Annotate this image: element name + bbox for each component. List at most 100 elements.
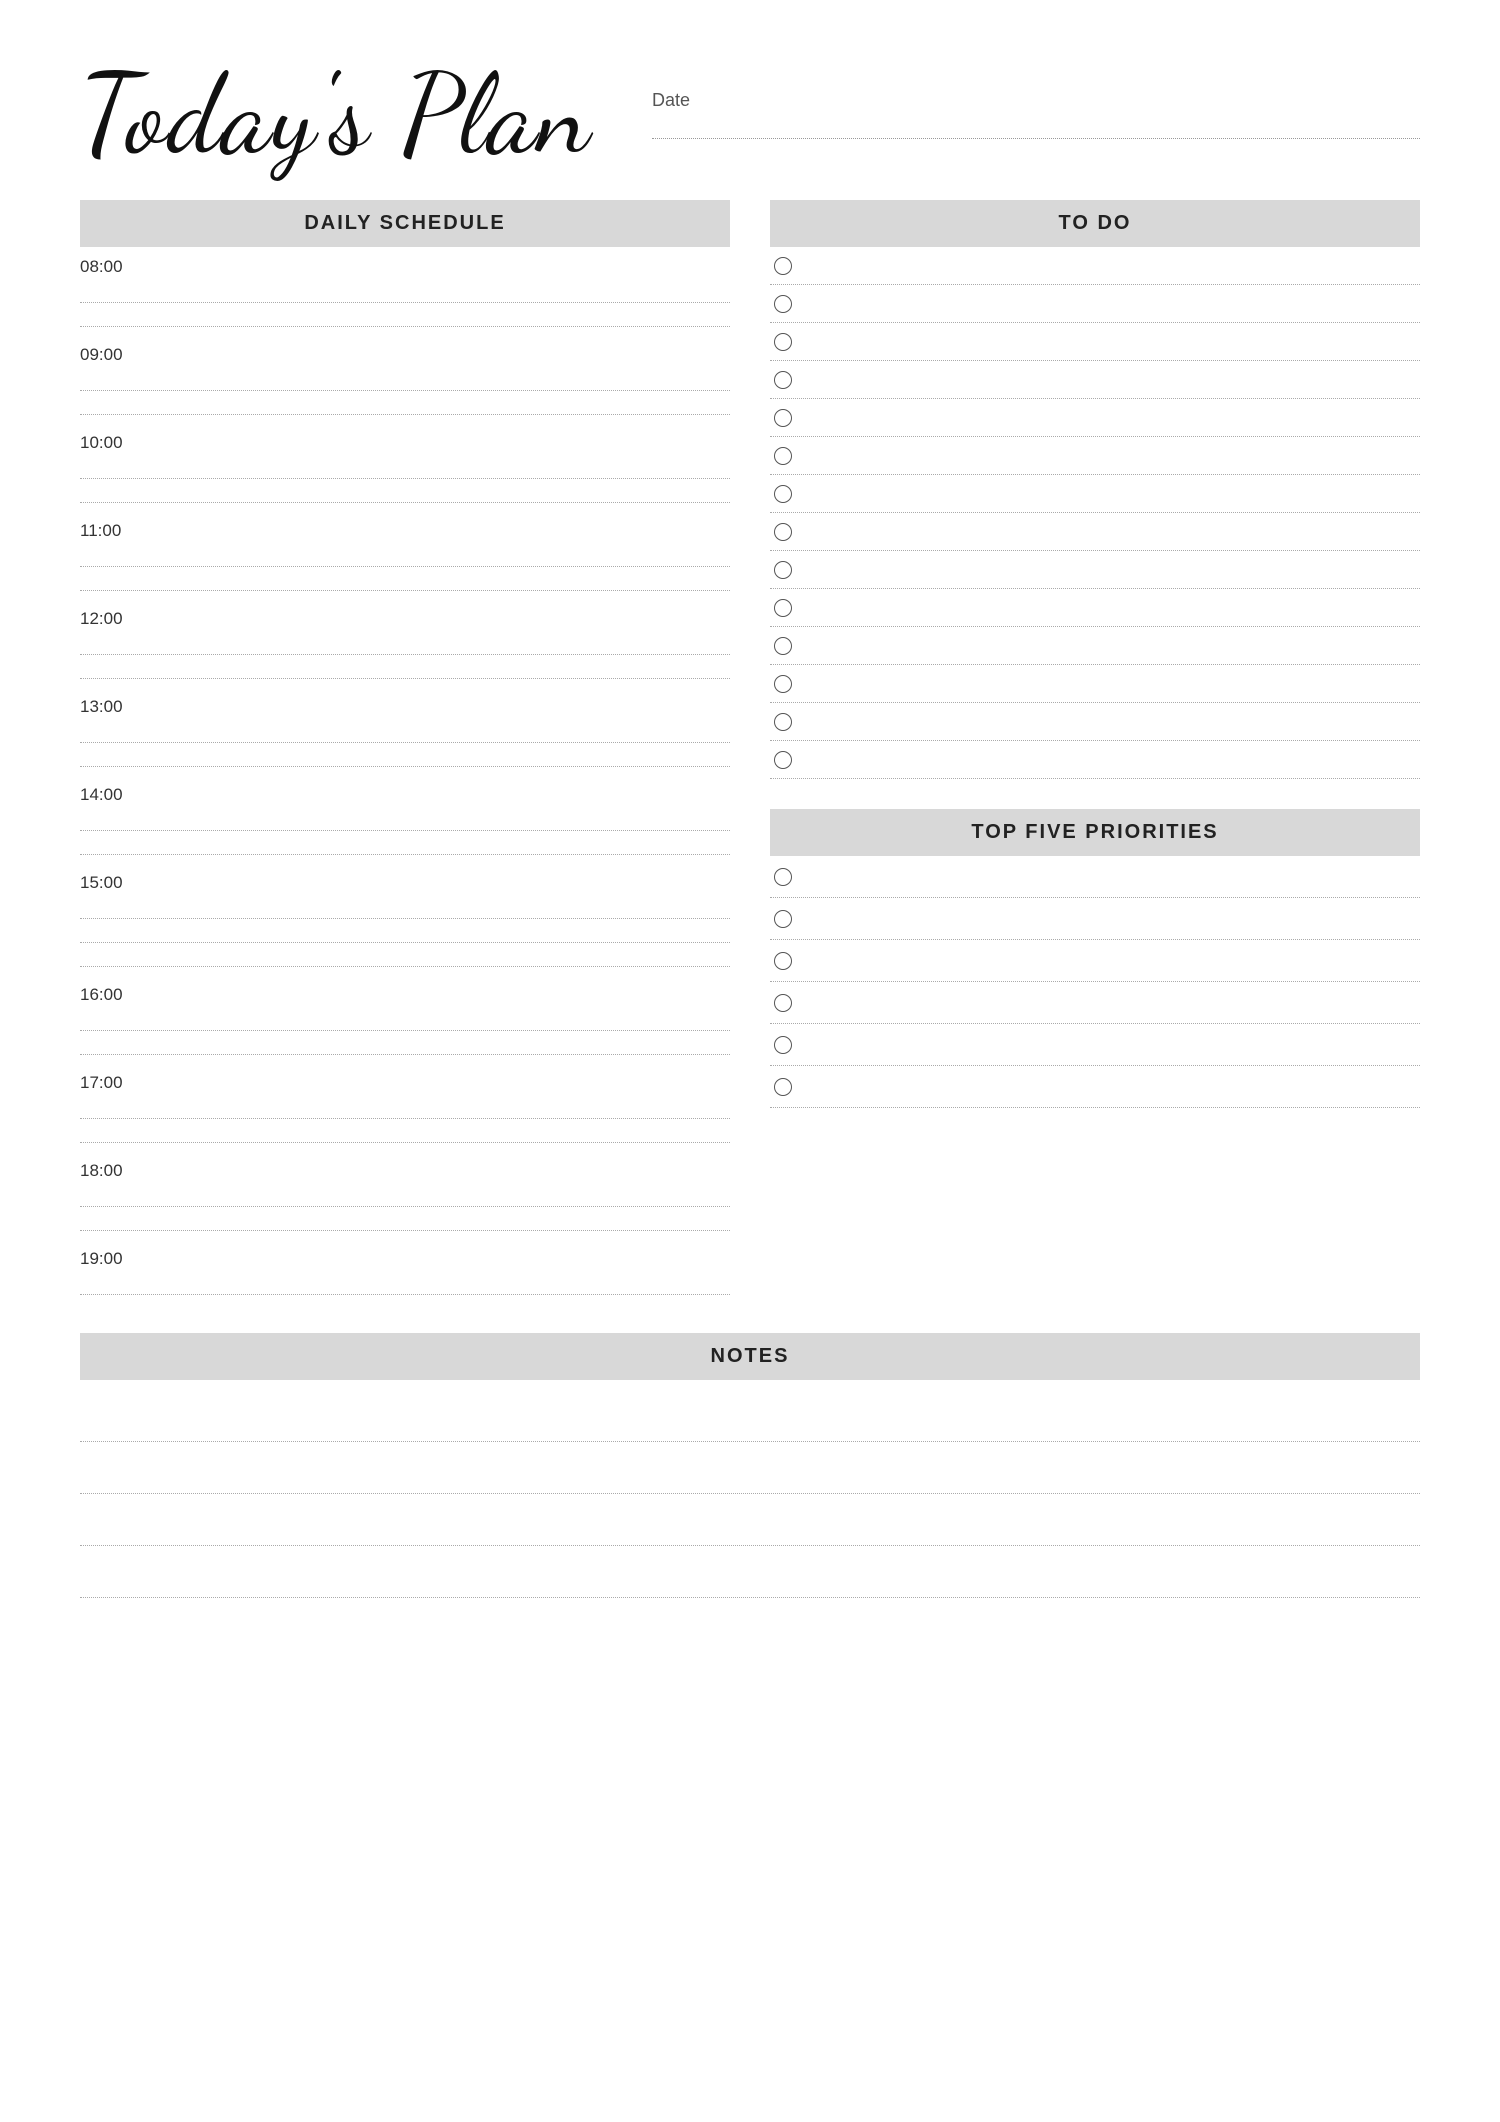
priority-item-1[interactable] xyxy=(770,856,1420,898)
todo-checkbox-3[interactable] xyxy=(774,333,792,351)
date-input-line[interactable] xyxy=(652,115,1420,139)
time-slot-1100: 11:00 xyxy=(80,511,730,599)
time-slot-1300: 13:00 xyxy=(80,687,730,775)
todo-checkbox-5[interactable] xyxy=(774,409,792,427)
todo-item-10[interactable] xyxy=(770,589,1420,627)
priority-item-4[interactable] xyxy=(770,982,1420,1024)
schedule-line[interactable] xyxy=(80,569,730,591)
time-slot-1600: 16:00 xyxy=(80,975,730,1063)
notes-line-4[interactable] xyxy=(80,1546,1420,1598)
todo-item-6[interactable] xyxy=(770,437,1420,475)
time-slot-1900: 19:00 xyxy=(80,1239,730,1303)
top-five-priorities-section: TOP FIVE PRIORITIES xyxy=(770,809,1420,1108)
notes-header: NOTES xyxy=(80,1333,1420,1380)
schedule-line[interactable] xyxy=(80,457,730,479)
todo-section: TO DO xyxy=(770,200,1420,779)
todo-item-4[interactable] xyxy=(770,361,1420,399)
daily-schedule-header: DAILY SCHEDULE xyxy=(80,200,730,247)
priority-item-6[interactable] xyxy=(770,1066,1420,1108)
time-label-1400: 14:00 xyxy=(80,781,730,805)
schedule-line[interactable] xyxy=(80,721,730,743)
todo-checkbox-4[interactable] xyxy=(774,371,792,389)
schedule-line[interactable] xyxy=(80,545,730,567)
priority-item-2[interactable] xyxy=(770,898,1420,940)
todo-item-7[interactable] xyxy=(770,475,1420,513)
todo-item-14[interactable] xyxy=(770,741,1420,779)
time-label-1500: 15:00 xyxy=(80,869,730,893)
todo-item-5[interactable] xyxy=(770,399,1420,437)
todo-item-1[interactable] xyxy=(770,247,1420,285)
priority-checkbox-5[interactable] xyxy=(774,1036,792,1054)
notes-line-2[interactable] xyxy=(80,1442,1420,1494)
page-title: Today's Plan xyxy=(80,60,592,170)
todo-item-12[interactable] xyxy=(770,665,1420,703)
schedule-line[interactable] xyxy=(80,1185,730,1207)
time-slot-0800: 08:00 xyxy=(80,247,730,335)
priority-checkbox-1[interactable] xyxy=(774,868,792,886)
time-slot-1500: 15:00 xyxy=(80,863,730,975)
time-slot-1200: 12:00 xyxy=(80,599,730,687)
todo-checkbox-13[interactable] xyxy=(774,713,792,731)
priority-item-5[interactable] xyxy=(770,1024,1420,1066)
todo-checkbox-1[interactable] xyxy=(774,257,792,275)
priority-checkbox-3[interactable] xyxy=(774,952,792,970)
time-label-0900: 09:00 xyxy=(80,341,730,365)
schedule-line[interactable] xyxy=(80,945,730,967)
schedule-line[interactable] xyxy=(80,745,730,767)
time-label-1200: 12:00 xyxy=(80,605,730,629)
priority-item-3[interactable] xyxy=(770,940,1420,982)
priorities-header: TOP FIVE PRIORITIES xyxy=(770,809,1420,856)
date-label: Date xyxy=(652,90,1420,111)
todo-checkbox-7[interactable] xyxy=(774,485,792,503)
todo-checkbox-14[interactable] xyxy=(774,751,792,769)
todo-checkbox-12[interactable] xyxy=(774,675,792,693)
time-label-1700: 17:00 xyxy=(80,1069,730,1093)
priority-checkbox-6[interactable] xyxy=(774,1078,792,1096)
priority-checkbox-2[interactable] xyxy=(774,910,792,928)
schedule-line[interactable] xyxy=(80,1033,730,1055)
todo-checkbox-8[interactable] xyxy=(774,523,792,541)
todo-header: TO DO xyxy=(770,200,1420,247)
time-slot-1700: 17:00 xyxy=(80,1063,730,1151)
schedule-line[interactable] xyxy=(80,481,730,503)
todo-checkbox-9[interactable] xyxy=(774,561,792,579)
notes-line-3[interactable] xyxy=(80,1494,1420,1546)
schedule-line[interactable] xyxy=(80,1097,730,1119)
schedule-line[interactable] xyxy=(80,305,730,327)
notes-section: NOTES xyxy=(80,1333,1420,1598)
time-slot-0900: 09:00 xyxy=(80,335,730,423)
priority-checkbox-4[interactable] xyxy=(774,994,792,1012)
todo-checkbox-11[interactable] xyxy=(774,637,792,655)
schedule-line[interactable] xyxy=(80,657,730,679)
time-label-1000: 10:00 xyxy=(80,429,730,453)
time-label-1900: 19:00 xyxy=(80,1245,730,1269)
todo-priorities-column: TO DO xyxy=(770,200,1420,1303)
schedule-line[interactable] xyxy=(80,833,730,855)
schedule-line[interactable] xyxy=(80,1009,730,1031)
todo-item-2[interactable] xyxy=(770,285,1420,323)
todo-item-8[interactable] xyxy=(770,513,1420,551)
schedule-line[interactable] xyxy=(80,1273,730,1295)
schedule-line[interactable] xyxy=(80,1209,730,1231)
todo-item-3[interactable] xyxy=(770,323,1420,361)
todo-checkbox-6[interactable] xyxy=(774,447,792,465)
schedule-line[interactable] xyxy=(80,1121,730,1143)
time-slot-1800: 18:00 xyxy=(80,1151,730,1239)
schedule-line[interactable] xyxy=(80,633,730,655)
notes-line-1[interactable] xyxy=(80,1390,1420,1442)
schedule-line[interactable] xyxy=(80,921,730,943)
time-label-0800: 08:00 xyxy=(80,253,730,277)
todo-checkbox-10[interactable] xyxy=(774,599,792,617)
schedule-line[interactable] xyxy=(80,393,730,415)
schedule-line[interactable] xyxy=(80,897,730,919)
notes-lines xyxy=(80,1390,1420,1598)
todo-item-11[interactable] xyxy=(770,627,1420,665)
todo-checkbox-2[interactable] xyxy=(774,295,792,313)
schedule-line[interactable] xyxy=(80,809,730,831)
time-slot-1400: 14:00 xyxy=(80,775,730,863)
schedule-line[interactable] xyxy=(80,281,730,303)
todo-item-9[interactable] xyxy=(770,551,1420,589)
todo-item-13[interactable] xyxy=(770,703,1420,741)
schedule-line[interactable] xyxy=(80,369,730,391)
time-label-1800: 18:00 xyxy=(80,1157,730,1181)
